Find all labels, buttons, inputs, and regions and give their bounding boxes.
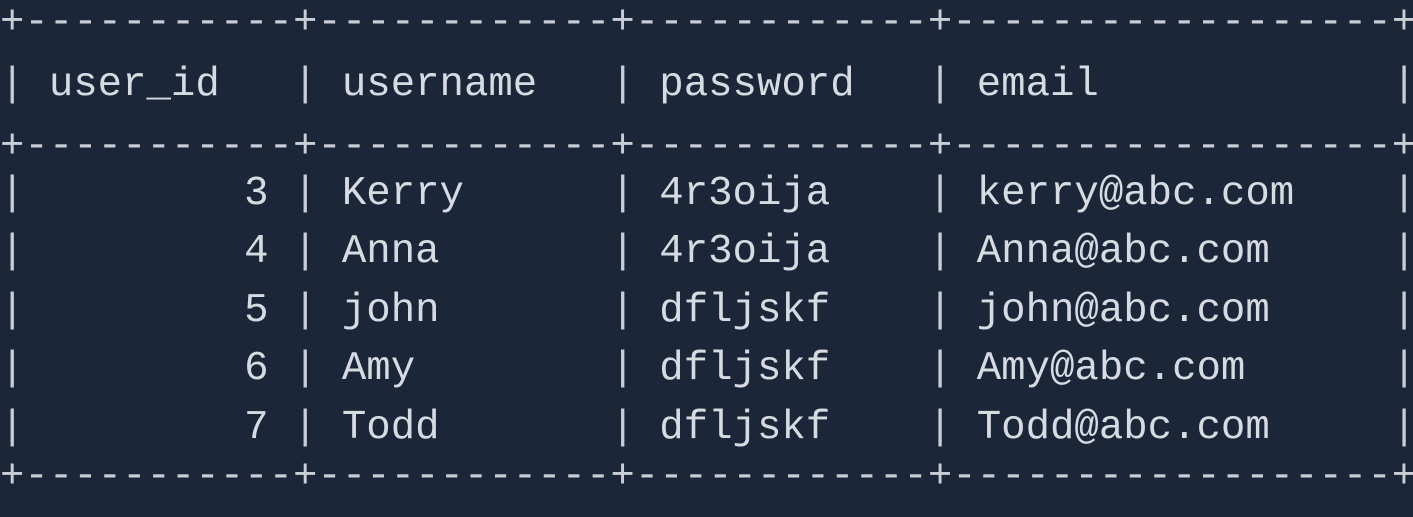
column-divider: | bbox=[293, 404, 318, 451]
column-divider: | bbox=[0, 346, 25, 393]
column-divider: | bbox=[1391, 171, 1413, 217]
password-cell: dfljskf bbox=[659, 287, 904, 334]
email-cell: Amy@abc.com bbox=[976, 346, 1368, 393]
user-id-cell: 5 bbox=[48, 287, 269, 334]
column-divider: | bbox=[0, 171, 25, 217]
column-divider: | bbox=[927, 287, 953, 334]
column-divider: | bbox=[1391, 287, 1413, 334]
column-divider: | bbox=[1391, 229, 1413, 276]
email-cell: Anna@abc.com bbox=[976, 229, 1368, 276]
table-header-separator: +-----------+------------+------------+-… bbox=[0, 124, 1413, 170]
column-divider: | bbox=[0, 229, 25, 276]
table-border-bottom: +-----------+------------+------------+-… bbox=[0, 453, 1413, 500]
email-cell: john@abc.com bbox=[976, 287, 1368, 334]
user-id-cell: 3 bbox=[48, 171, 269, 217]
table-header-row: | user_id | username | password | email … bbox=[0, 42, 1413, 129]
header-username: username bbox=[341, 62, 587, 108]
header-password: password bbox=[659, 62, 904, 108]
user-id-cell: 6 bbox=[48, 346, 269, 393]
table-row: | 6 | Amy | dfljskf | Amy@abc.com | bbox=[0, 340, 1413, 398]
username-cell: Amy bbox=[341, 346, 587, 393]
column-divider: | bbox=[610, 287, 635, 334]
column-divider: | bbox=[293, 229, 318, 276]
email-cell: Todd@abc.com bbox=[976, 404, 1368, 451]
terminal-window: +-----------+------------+------------+-… bbox=[0, 0, 1413, 517]
column-divider: | bbox=[1391, 62, 1413, 108]
email-cell: kerry@abc.com bbox=[976, 171, 1368, 217]
username-cell: john bbox=[341, 287, 587, 334]
column-divider: | bbox=[927, 404, 953, 451]
username-cell: Kerry bbox=[341, 171, 587, 217]
column-divider: | bbox=[0, 62, 25, 108]
column-divider: | bbox=[927, 62, 953, 108]
column-divider: | bbox=[927, 171, 953, 217]
column-divider: | bbox=[610, 229, 635, 276]
column-divider: | bbox=[610, 62, 635, 108]
password-cell: 4r3oija bbox=[659, 229, 904, 276]
column-divider: | bbox=[610, 171, 635, 217]
column-divider: | bbox=[0, 287, 25, 334]
user-id-cell: 7 bbox=[48, 404, 269, 451]
table-row: | 3 | Kerry | 4r3oija | kerry@abc.com | bbox=[0, 165, 1413, 223]
user-id-cell: 4 bbox=[48, 229, 269, 276]
column-divider: | bbox=[1391, 404, 1413, 451]
column-divider: | bbox=[293, 287, 318, 334]
password-cell: dfljskf bbox=[659, 404, 904, 451]
column-divider: | bbox=[293, 171, 318, 217]
header-email: email bbox=[976, 62, 1368, 108]
column-divider: | bbox=[1391, 346, 1413, 393]
column-divider: | bbox=[927, 346, 953, 393]
password-cell: dfljskf bbox=[659, 346, 904, 393]
column-divider: | bbox=[0, 404, 25, 451]
table-border-top: +-----------+------------+------------+-… bbox=[0, 0, 1413, 46]
column-divider: | bbox=[293, 346, 318, 393]
table-row: | 4 | Anna | 4r3oija | Anna@abc.com | bbox=[0, 223, 1413, 281]
username-cell: Anna bbox=[341, 229, 587, 276]
header-user-id: user_id bbox=[48, 62, 269, 108]
username-cell: Todd bbox=[341, 404, 587, 451]
column-divider: | bbox=[927, 229, 953, 276]
table-row: | 5 | john | dfljskf | john@abc.com | bbox=[0, 282, 1413, 340]
password-cell: 4r3oija bbox=[659, 171, 904, 217]
column-divider: | bbox=[610, 404, 635, 451]
column-divider: | bbox=[610, 346, 635, 393]
query-result-table: +-----------+------------+------------+-… bbox=[0, 0, 1413, 500]
table-row: | 7 | Todd | dfljskf | Todd@abc.com | bbox=[0, 399, 1413, 457]
column-divider: | bbox=[293, 62, 318, 108]
